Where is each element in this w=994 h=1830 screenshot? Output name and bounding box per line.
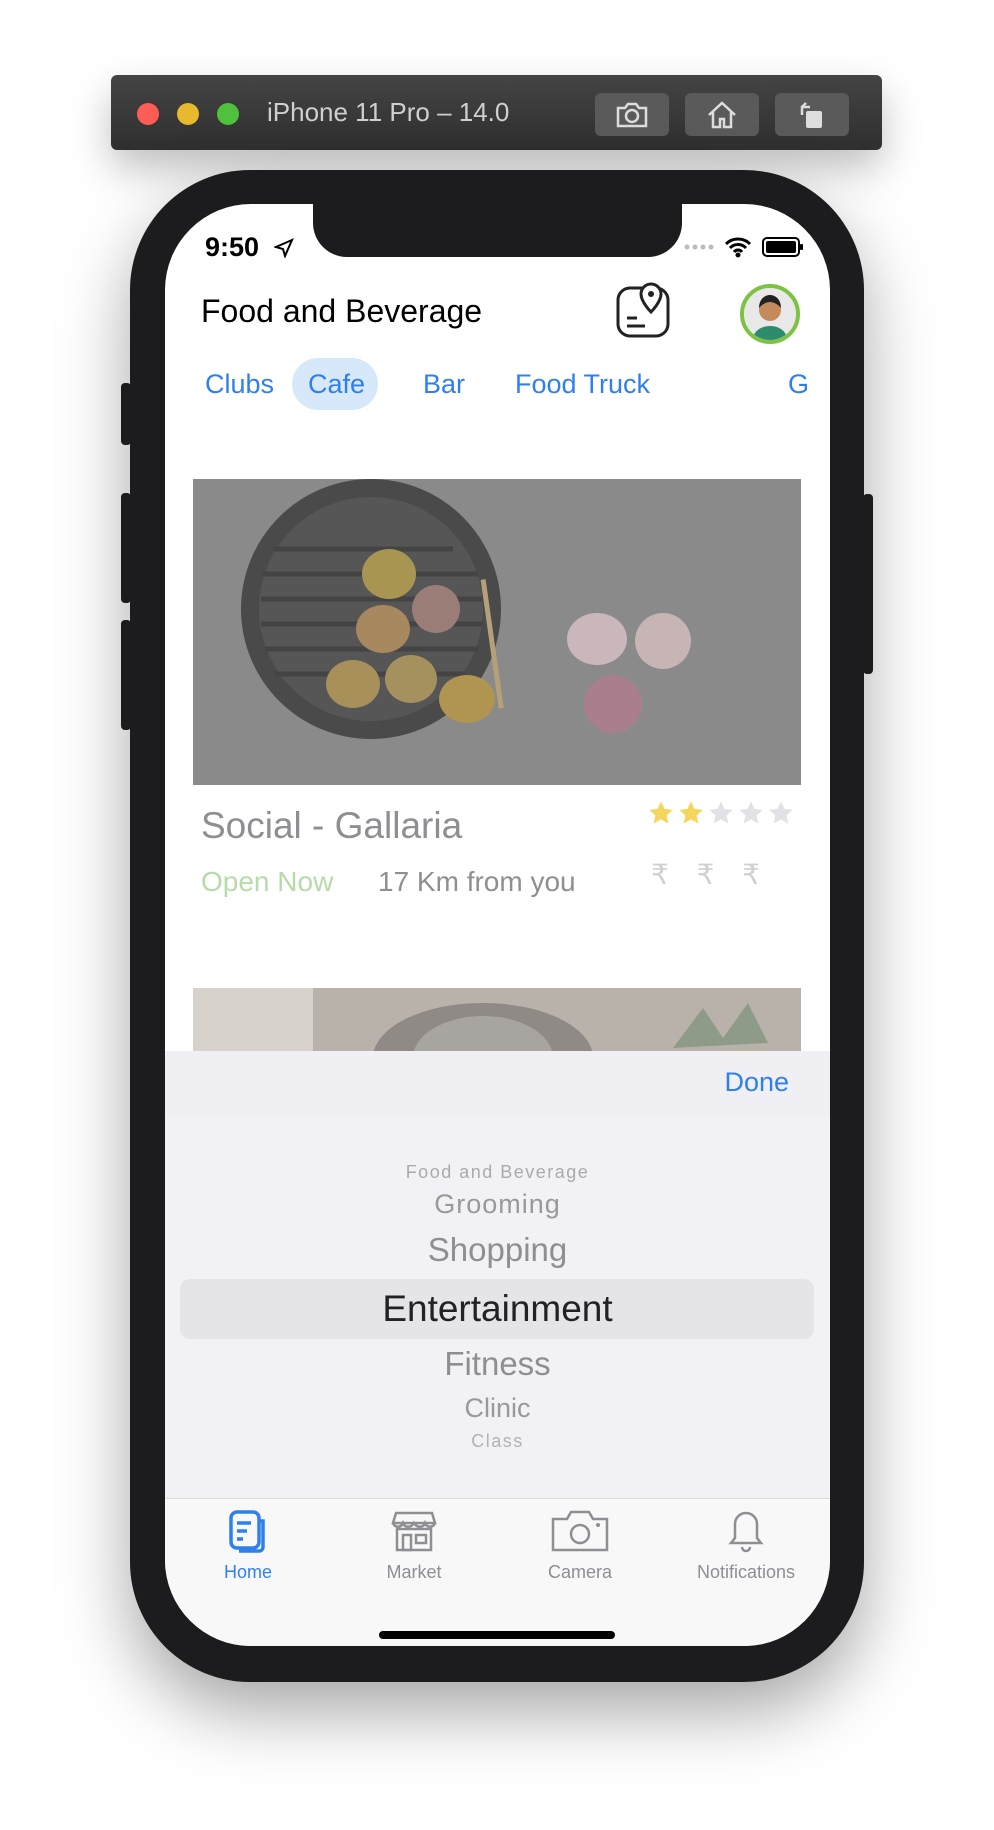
status-time: 9:50 [205,232,260,262]
distance-label: 17 Km from you [378,866,576,897]
tabbar-camera[interactable]: Camera [497,1509,663,1583]
star-empty-icon [769,801,793,824]
star-filled-icon [649,801,673,824]
market-icon [391,1511,437,1552]
category-tabs: Clubs Cafe Bar Food Truck G [189,358,809,410]
zoom-window-button[interactable] [217,103,239,125]
listing-title[interactable]: Social - Gallaria [201,805,462,847]
wifi-icon [724,237,752,258]
tabbar-notifications[interactable]: Notifications [663,1509,829,1583]
rotate-icon [800,101,822,128]
mute-switch [121,383,131,445]
tabbar-home[interactable]: Home [165,1509,331,1583]
home-indicator [379,1631,615,1639]
close-window-button[interactable] [137,103,159,125]
picker-option-entertainment[interactable]: Entertainment [165,1288,830,1330]
user-avatar-icon [744,288,796,340]
picker-option-shopping[interactable]: Shopping [165,1231,830,1269]
simulator-title: iPhone 11 Pro – 14.0 [267,97,510,127]
rotate-button[interactable] [775,93,849,136]
tab-g[interactable]: G [772,358,809,410]
category-picker[interactable]: Done Food and Beverage Grooming Shopping… [165,1051,830,1498]
coffee-photo-image [193,988,801,1058]
volume-down-button [121,620,131,730]
bottom-tabbar: Home Market Camera Notifications [165,1498,830,1646]
tabbar-notifications-label: Notifications [696,1562,796,1582]
tab-cafe[interactable]: Cafe [292,358,378,410]
power-button [863,494,873,674]
picker-option-food-and-beverage[interactable]: Food and Beverage [165,1162,830,1183]
bell-icon [728,1511,764,1553]
tabbar-market[interactable]: Market [331,1509,497,1583]
star-filled-icon [679,801,703,824]
home-doc-icon [229,1510,265,1553]
screenshot-button[interactable] [595,93,669,136]
picker-option-fitness[interactable]: Fitness [165,1345,830,1383]
avatar[interactable] [740,284,800,344]
map-location-icon[interactable] [615,282,671,338]
listing-image-2[interactable] [193,988,801,1058]
status-icons [684,236,804,258]
camera-icon [551,1510,609,1552]
food-photo-image [193,479,801,785]
simulator-titlebar: iPhone 11 Pro – 14.0 [111,75,882,150]
tabbar-home-label: Home [223,1562,272,1582]
home-icon [708,100,736,128]
notch [313,204,682,257]
picker-option-grooming[interactable]: Grooming [165,1189,830,1220]
screenshot-icon [616,102,648,127]
star-empty-icon [709,801,733,824]
tabbar-camera-label: Camera [547,1562,613,1582]
done-button[interactable]: Done [724,1067,789,1098]
rating-stars [647,799,795,827]
home-button[interactable] [685,93,759,136]
picker-option-class[interactable]: Class [165,1431,830,1452]
listing-image[interactable] [193,479,801,785]
tabbar-market-label: Market [386,1562,442,1582]
status-open-label: Open Now [201,866,334,897]
signal-icon [684,244,714,250]
volume-up-button [121,493,131,603]
picker-toolbar: Done [165,1051,830,1117]
page-title: Food and Beverage [201,293,483,329]
tab-food-truck[interactable]: Food Truck [499,358,666,410]
price-level: ₹ ₹ ₹ [651,859,771,890]
tab-clubs[interactable]: Clubs [189,358,290,410]
star-empty-icon [739,801,763,824]
phone-screen: 9:50 Food and Beverage Clubs Cafe Bar Fo… [165,204,830,1646]
battery-icon [762,237,803,257]
minimize-window-button[interactable] [177,103,199,125]
picker-option-clinic[interactable]: Clinic [165,1393,830,1424]
tab-bar[interactable]: Bar [407,358,481,410]
location-arrow-icon [274,238,294,258]
